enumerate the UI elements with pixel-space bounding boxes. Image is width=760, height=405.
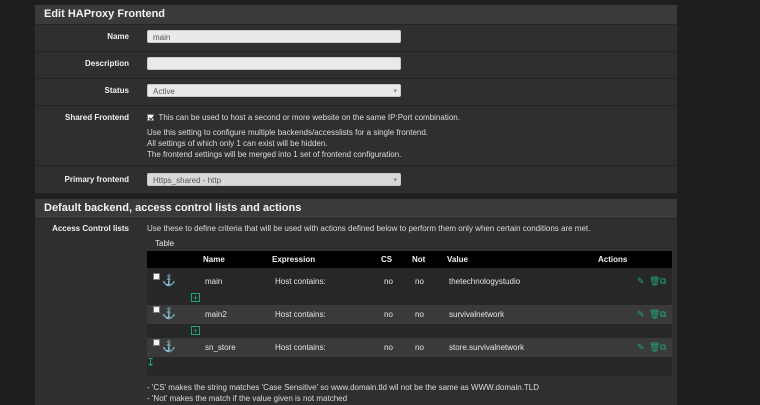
row-value: survivalnetwork bbox=[449, 310, 505, 319]
primary-frontend-row: Primary frontend Https_shared - http ▾ bbox=[35, 166, 677, 193]
pencil-icon[interactable]: ✎ bbox=[637, 338, 645, 357]
row-not: no bbox=[415, 277, 424, 286]
status-label: Status bbox=[104, 86, 129, 95]
status-select[interactable]: Active ▾ bbox=[147, 84, 401, 97]
row-cs: no bbox=[384, 277, 393, 286]
table-row: ⚓ sn_store Host contains: no no store.su… bbox=[147, 338, 672, 357]
row-expression: Host contains: bbox=[275, 277, 326, 286]
row-cs: no bbox=[384, 310, 393, 319]
primary-frontend-label: Primary frontend bbox=[64, 175, 129, 184]
anchor-icon[interactable]: ⚓ bbox=[162, 272, 176, 291]
shared-help-1: Use this setting to configure multiple b… bbox=[147, 128, 429, 137]
frontend-panel: Edit HAProxy Frontend Name main Descript… bbox=[35, 5, 677, 193]
shared-frontend-checkbox-line: This can be used to host a second or mor… bbox=[147, 112, 460, 124]
trash-icon[interactable]: 🗑 bbox=[649, 272, 660, 291]
insert-row: + bbox=[147, 324, 672, 338]
row-expression: Host contains: bbox=[275, 343, 326, 352]
col-not: Not bbox=[412, 255, 426, 264]
plus-icon[interactable]: + bbox=[191, 293, 200, 303]
chevron-down-icon: ▾ bbox=[393, 88, 397, 95]
insert-row: + bbox=[147, 291, 672, 305]
description-label: Description bbox=[84, 59, 129, 68]
insert-row: ↧ bbox=[146, 356, 672, 373]
pencil-icon[interactable]: ✎ bbox=[637, 272, 645, 291]
col-cs: CS bbox=[381, 255, 393, 264]
shared-frontend-row: Shared Frontend This can be used to host… bbox=[35, 106, 677, 166]
col-value: Value bbox=[447, 255, 468, 264]
row-cs: no bbox=[384, 343, 393, 352]
acl-panel: Default backend, access control lists an… bbox=[35, 199, 677, 405]
shared-help-2: All settings of which only 1 can exist w… bbox=[147, 139, 328, 148]
col-name: Name bbox=[203, 255, 225, 264]
row-name: main2 bbox=[205, 310, 227, 319]
trash-icon[interactable]: 🗑 bbox=[649, 305, 660, 324]
chevron-down-icon: ▾ bbox=[393, 177, 397, 184]
table-row: ⚓ main2 Host contains: no no survivalnet… bbox=[147, 305, 672, 324]
note-cs: - 'CS' makes the string matches 'Case Se… bbox=[147, 383, 540, 392]
status-row: Status Active ▾ bbox=[35, 79, 677, 106]
acl-table: Table Name Expression CS Not Value Actio… bbox=[146, 236, 672, 376]
description-row: Description bbox=[35, 52, 677, 79]
row-not: no bbox=[415, 310, 424, 319]
down-arrow-icon[interactable]: ↧ bbox=[146, 356, 155, 369]
trash-icon[interactable]: 🗑 bbox=[649, 338, 660, 357]
plus-icon[interactable]: + bbox=[191, 326, 200, 336]
row-value: thetechnologystudio bbox=[449, 277, 521, 286]
table-row: ⚓ main Host contains: no no thetechnolog… bbox=[147, 272, 672, 291]
anchor-icon[interactable]: ⚓ bbox=[162, 305, 176, 324]
col-expression: Expression bbox=[272, 255, 316, 264]
table-title: Table bbox=[147, 236, 672, 251]
frontend-panel-title: Edit HAProxy Frontend bbox=[35, 5, 677, 25]
note-not: - 'Not' makes the match if the value giv… bbox=[147, 394, 348, 403]
copy-icon[interactable]: ⧉ bbox=[660, 338, 666, 357]
shared-frontend-checkbox[interactable] bbox=[147, 114, 154, 122]
acl-intro: Use these to define criteria that will b… bbox=[147, 224, 591, 233]
name-label: Name bbox=[107, 32, 129, 41]
shared-frontend-label: Shared Frontend bbox=[64, 113, 129, 122]
acl-label: Access Control lists bbox=[52, 224, 129, 233]
name-row: Name main bbox=[35, 25, 677, 52]
pencil-icon[interactable]: ✎ bbox=[637, 305, 645, 324]
row-expression: Host contains: bbox=[275, 310, 326, 319]
row-checkbox[interactable] bbox=[153, 306, 160, 313]
col-actions: Actions bbox=[598, 255, 628, 264]
description-input[interactable] bbox=[147, 57, 401, 70]
row-checkbox[interactable] bbox=[153, 273, 160, 280]
status-select-value: Active bbox=[153, 87, 175, 96]
row-value: store.survivalnetwork bbox=[449, 343, 525, 352]
primary-frontend-select[interactable]: Https_shared - http ▾ bbox=[147, 173, 401, 186]
shared-frontend-checkbox-text: This can be used to host a second or mor… bbox=[158, 113, 460, 122]
primary-frontend-value: Https_shared - http bbox=[153, 176, 222, 185]
shared-help-3: The frontend settings will be merged int… bbox=[147, 150, 402, 159]
acl-panel-title: Default backend, access control lists an… bbox=[35, 199, 677, 219]
copy-icon[interactable]: ⧉ bbox=[660, 272, 666, 291]
row-name: main bbox=[205, 277, 223, 286]
row-checkbox[interactable] bbox=[153, 339, 160, 346]
name-input[interactable]: main bbox=[147, 30, 401, 43]
row-not: no bbox=[415, 343, 424, 352]
copy-icon[interactable]: ⧉ bbox=[660, 305, 666, 324]
row-name: sn_store bbox=[205, 343, 236, 352]
anchor-icon[interactable]: ⚓ bbox=[162, 338, 176, 357]
table-header: Name Expression CS Not Value Actions bbox=[147, 251, 672, 268]
